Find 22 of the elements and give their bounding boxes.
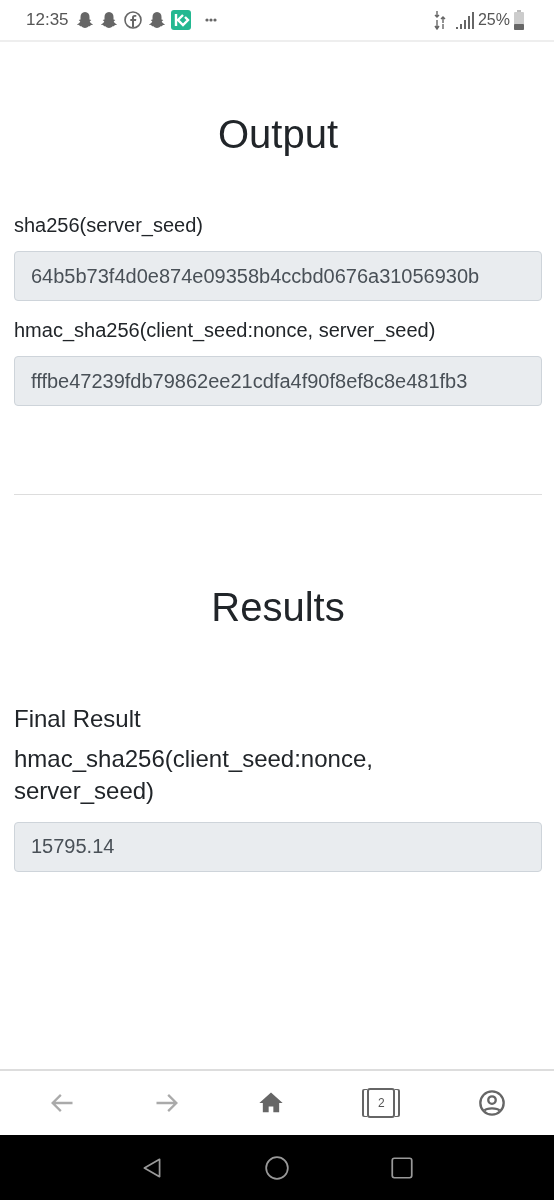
field-label: hmac_sha256(client_seed:nonce, server_seed) [14,319,437,342]
more-icon [204,18,217,22]
output-field[interactable]: fffbe47239fdb79862ee21cdfa4f90f8ef8c8e481fb3 [14,356,542,406]
recents-button[interactable] [388,1154,415,1181]
output-field[interactable]: 64b5b73f4d0e874e09358b4ccbd0676a31056930b [14,251,542,301]
status-time: 12:35 [26,10,69,30]
home-button[interactable] [264,1154,290,1181]
field-label: sha256(server_seed) [14,214,204,237]
result-label: hmac_sha256(client_seed:nonce, server_seed) [14,744,374,807]
ghost-icon [74,10,95,30]
battery-level: 25% [477,11,510,29]
tabs-button[interactable]: 2 [357,1084,406,1122]
result-field[interactable]: 15795.14 [14,821,542,872]
battery-icon [514,10,524,30]
facebook-icon [122,10,143,30]
app-icon [170,10,191,30]
result-subtitle: Final Result [14,705,142,733]
section-heading: Results [210,585,346,630]
section-heading: Output [216,112,340,157]
signal-icon [453,10,474,30]
ghost-icon [146,10,167,30]
ghost-icon [98,10,119,30]
